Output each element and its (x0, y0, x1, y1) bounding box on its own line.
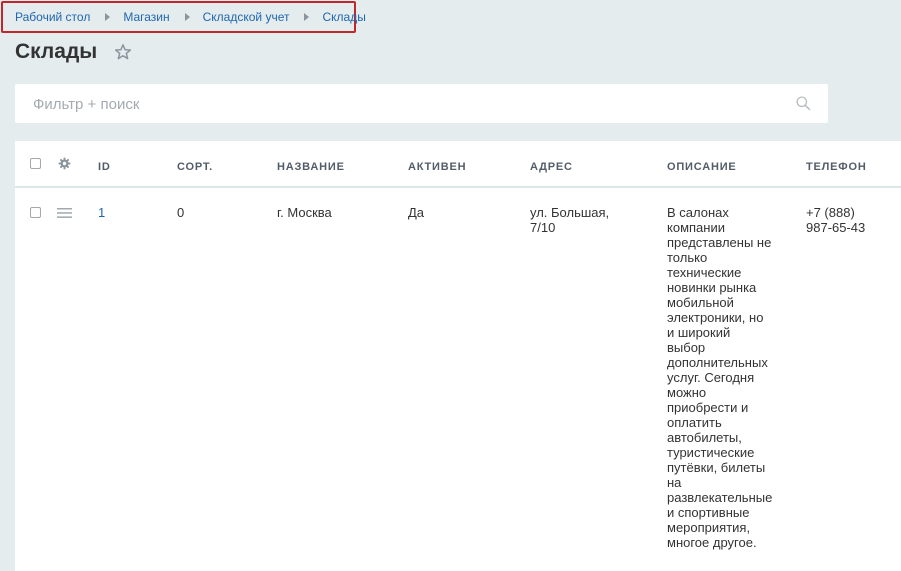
warehouses-grid: ID СОРТ. НАЗВАНИЕ АКТИВЕН АДРЕС ОПИСАНИЕ… (15, 141, 901, 571)
filter-search-input[interactable] (31, 93, 775, 115)
row-sort: 0 (177, 205, 185, 220)
description-line: дополнительных (667, 355, 768, 370)
description-line: многое другое. (667, 535, 757, 550)
breadcrumb: Рабочий стол Магазин Складской учет Скла… (1, 1, 366, 33)
description-line: электроники, но (667, 310, 764, 325)
description-line: автобилеты, (667, 430, 742, 445)
breadcrumb-item-inventory[interactable]: Складской учет (203, 10, 290, 24)
breadcrumb-arrow-icon (105, 13, 111, 21)
phone-line: 987-65-43 (806, 220, 866, 235)
description-line: на (667, 475, 682, 490)
description-line: и широкий (667, 325, 731, 340)
address-line: 7/10 (530, 220, 556, 235)
description-line: приобрести и (667, 400, 749, 415)
description-line: развлекательные (667, 490, 773, 505)
breadcrumb-arrow-icon (304, 13, 310, 21)
description-line: технические (667, 265, 742, 280)
breadcrumb-item-shop[interactable]: Магазин (123, 10, 169, 24)
star-icon[interactable] (114, 43, 132, 61)
description-line: только (667, 250, 708, 265)
description-line: можно (667, 385, 707, 400)
row-address: ул. Большая, 7/10 (530, 205, 609, 235)
description-line: новинки рынка (667, 280, 757, 295)
row-phone: +7 (888) 987-65-43 (806, 205, 865, 235)
column-header-description[interactable]: ОПИСАНИЕ (667, 161, 737, 173)
column-header-name[interactable]: НАЗВАНИЕ (277, 161, 345, 173)
description-line: и спортивные (667, 505, 750, 520)
breadcrumb-arrow-icon (184, 13, 190, 21)
description-line: путёвки, билеты (667, 460, 766, 475)
column-header-active[interactable]: АКТИВЕН (408, 161, 466, 173)
row-id-link[interactable]: 1 (98, 205, 105, 220)
description-line: оплатить (667, 415, 722, 430)
description-line: выбор (667, 340, 706, 355)
select-all-checkbox[interactable] (30, 158, 41, 169)
page-header: Склады (15, 40, 132, 64)
description-line: мероприятия, (667, 520, 751, 535)
column-header-address[interactable]: АДРЕС (530, 161, 573, 173)
page-title: Склады (15, 40, 98, 63)
address-line: ул. Большая, (530, 205, 610, 220)
description-line: мобильной (667, 295, 734, 310)
row-checkbox[interactable] (30, 207, 41, 218)
description-line: компании (667, 220, 725, 235)
hamburger-icon[interactable] (57, 208, 72, 218)
column-header-sort[interactable]: СОРТ. (177, 161, 213, 173)
description-line: представлены не (667, 235, 772, 250)
breadcrumb-item-desktop[interactable]: Рабочий стол (15, 10, 90, 24)
row-description: В салонах компании представлены не только те… (667, 205, 772, 550)
description-line: В салонах (667, 205, 729, 220)
row-active: Да (408, 205, 425, 220)
description-line: туристические (667, 445, 755, 460)
phone-line: +7 (888) (806, 205, 855, 220)
search-icon[interactable] (795, 95, 812, 112)
gear-icon[interactable] (58, 157, 71, 170)
column-header-id[interactable]: ID (98, 161, 111, 173)
filter-bar (15, 84, 828, 123)
grid-header: ID СОРТ. НАЗВАНИЕ АКТИВЕН АДРЕС ОПИСАНИЕ… (15, 141, 901, 188)
column-header-phone[interactable]: ТЕЛЕФОН (806, 161, 867, 173)
row-name: г. Москва (277, 205, 332, 220)
description-line: услуг. Сегодня (667, 370, 755, 385)
breadcrumb-item-warehouses[interactable]: Склады (322, 10, 365, 24)
